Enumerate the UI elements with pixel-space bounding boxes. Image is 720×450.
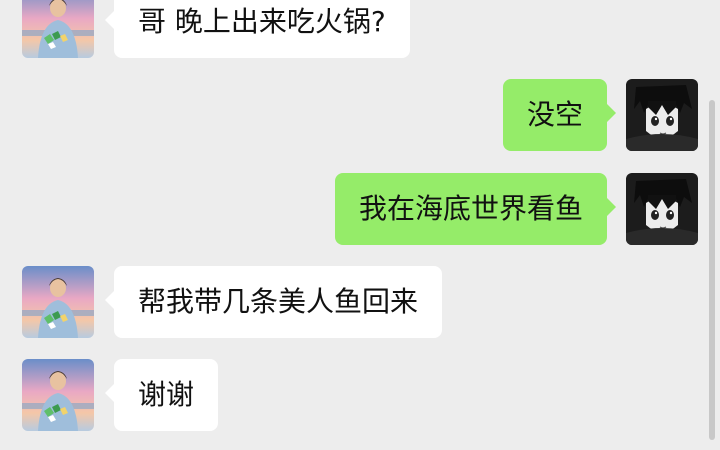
illustrated-man-avatar-icon: [22, 359, 94, 431]
contact-avatar[interactable]: [22, 0, 94, 58]
message-bubble-incoming[interactable]: 谢谢: [104, 359, 219, 431]
message-bubble-outgoing[interactable]: 没空: [502, 79, 617, 151]
illustrated-man-avatar-icon: [22, 266, 94, 338]
contact-avatar[interactable]: [22, 266, 94, 338]
contact-avatar[interactable]: [22, 359, 94, 431]
message-bubble-outgoing[interactable]: 我在海底世界看鱼: [334, 173, 617, 245]
message-text: 谢谢: [138, 378, 195, 411]
anime-boy-avatar-icon: [626, 173, 698, 245]
self-avatar[interactable]: [626, 173, 698, 245]
message-text: 哥 晚上出来吃火锅?: [138, 5, 386, 38]
message-text: 我在海底世界看鱼: [358, 192, 583, 225]
message-text: 帮我带几条美人鱼回来: [138, 285, 419, 318]
message-bubble-incoming[interactable]: 帮我带几条美人鱼回来: [104, 266, 443, 338]
message-bubble-incoming[interactable]: 哥 晚上出来吃火锅?: [105, 0, 410, 58]
message-text: 没空: [526, 98, 583, 131]
anime-boy-avatar-icon: [626, 79, 698, 151]
scrollbar[interactable]: [709, 100, 715, 440]
illustrated-man-avatar-icon: [22, 0, 94, 58]
chat-message-list[interactable]: 哥 晚上出来吃火锅? 没空 我在海底世界看鱼 帮我带几条美人鱼回来 谢谢: [0, 0, 720, 450]
self-avatar[interactable]: [626, 79, 698, 151]
